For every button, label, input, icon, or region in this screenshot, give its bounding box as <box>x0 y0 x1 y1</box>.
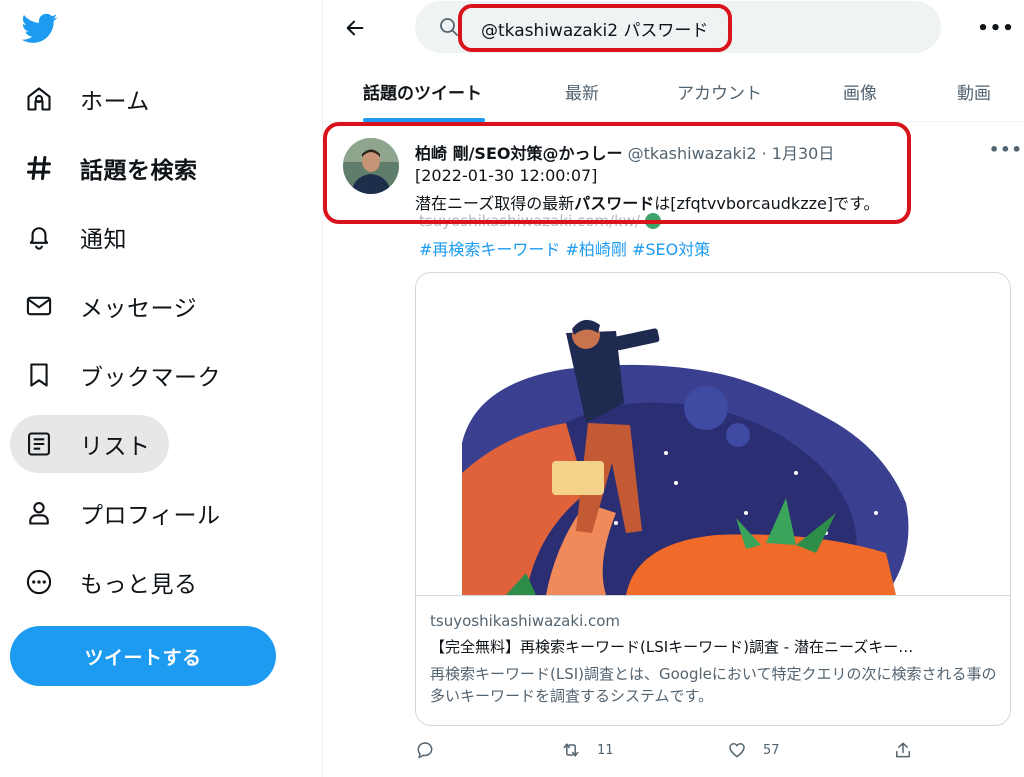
retweet-button[interactable]: 11 <box>561 740 614 760</box>
sidebar-item-label: ホーム <box>80 89 150 115</box>
tab-people[interactable]: アカウント <box>677 62 762 120</box>
sidebar-item-label: もっと見る <box>80 572 198 598</box>
tab-latest[interactable]: 最新 <box>565 62 599 120</box>
sidebar-item-label: メッセージ <box>80 296 198 322</box>
tab-videos[interactable]: 動画 <box>957 62 991 120</box>
bell-icon <box>24 222 54 252</box>
tweet-hashtags[interactable]: #再検索キーワード #柏崎剛 #SEO対策 <box>419 236 710 260</box>
link-preview-card[interactable]: tsuyoshikashiwazaki.com 【完全無料】再検索キーワード(L… <box>415 272 1011 726</box>
tweet-more-icon[interactable]: ••• <box>989 140 1023 159</box>
sidebar-item-label: 通知 <box>80 227 127 253</box>
sidebar-item-label: 話題を検索 <box>80 158 198 184</box>
sidebar-item-more[interactable]: もっと見る <box>10 553 216 611</box>
mail-icon <box>24 291 54 321</box>
sidebar-item-label: ブックマーク <box>80 365 221 391</box>
card-title[interactable]: 【完全無料】再検索キーワード(LSIキーワード)調査 - 潜在ニーズキー… <box>430 636 998 657</box>
back-arrow-icon[interactable] <box>339 12 371 44</box>
sidebar-item-label: プロフィール <box>80 503 221 529</box>
card-illustration <box>416 273 1010 595</box>
reply-icon <box>417 742 433 759</box>
twitter-logo-icon[interactable] <box>21 10 62 46</box>
like-count: 57 <box>763 742 780 758</box>
reply-button[interactable] <box>415 740 435 760</box>
person-icon <box>24 498 54 528</box>
sidebar-item-bookmarks[interactable]: ブックマーク <box>10 346 239 404</box>
card-meta: tsuyoshikashiwazaki.com 【完全無料】再検索キーワード(L… <box>416 595 1010 725</box>
heart-icon <box>729 743 745 758</box>
share-icon <box>896 742 910 758</box>
more-options-icon[interactable]: ••• <box>977 14 1014 42</box>
sidebar-item-notifications[interactable]: 通知 <box>10 208 145 266</box>
bookmark-icon <box>24 360 54 390</box>
card-domain: tsuyoshikashiwazaki.com <box>430 612 621 630</box>
tweet-actions: 11 57 <box>415 740 935 768</box>
search-tabs: 話題のツイート 最新 アカウント 画像 動画 <box>323 62 1024 122</box>
main-column: @tkashiwazaki2 パスワード ••• 話題のツイート 最新 アカウン… <box>322 0 1024 777</box>
hashtag-icon <box>24 153 54 183</box>
retweet-icon <box>563 743 579 757</box>
sidebar-item-lists[interactable]: リスト <box>10 415 169 473</box>
sidebar-item-explore[interactable]: 話題を検索 <box>10 139 216 197</box>
list-icon <box>24 429 54 459</box>
sidebar: ホーム 話題を検索 通知 メッセージ ブックマーク リスト プロフィール もっと… <box>0 0 322 777</box>
sidebar-item-profile[interactable]: プロフィール <box>10 484 239 542</box>
search-highlight-box <box>458 4 732 52</box>
more-circle-icon <box>24 567 54 597</box>
like-button[interactable]: 57 <box>727 740 780 760</box>
retweet-count: 11 <box>597 742 614 758</box>
sidebar-item-label: リスト <box>80 434 151 460</box>
home-icon <box>24 84 54 114</box>
tweet-button[interactable]: ツイートする <box>10 626 276 686</box>
tweet-highlight-box <box>323 122 911 224</box>
tab-photos[interactable]: 画像 <box>843 62 877 120</box>
card-description: 再検索キーワード(LSI)調査とは、Googleにおいて特定クエリの次に検索され… <box>430 665 997 705</box>
tab-top[interactable]: 話題のツイート <box>363 62 482 120</box>
sidebar-item-home[interactable]: ホーム <box>10 70 168 128</box>
share-button[interactable] <box>893 740 913 760</box>
sidebar-item-messages[interactable]: メッセージ <box>10 277 215 335</box>
